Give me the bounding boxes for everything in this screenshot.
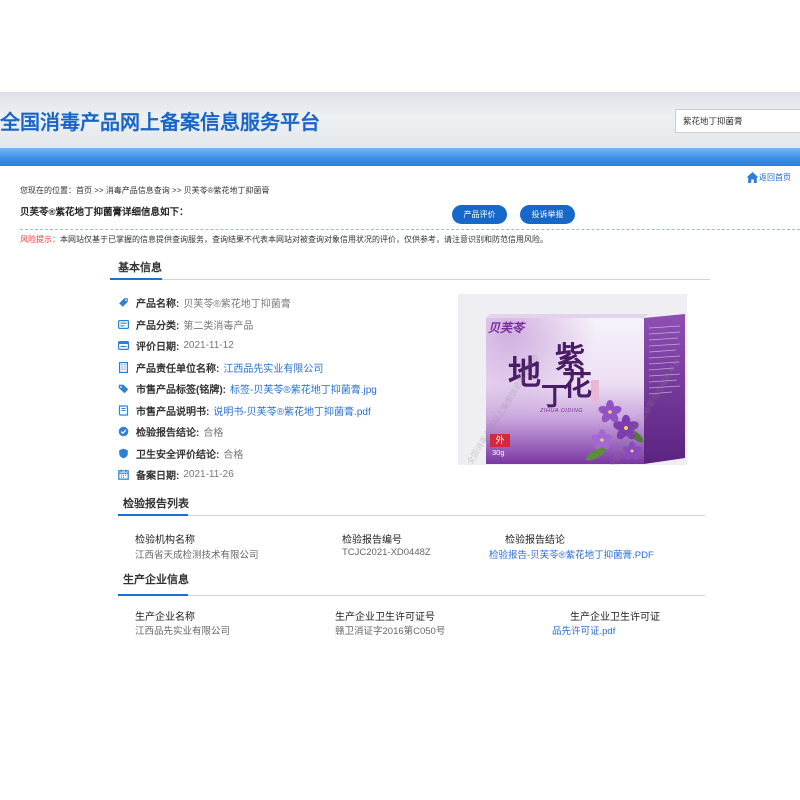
column-header: 检验报告结论 [505,535,565,546]
external-use-badge: 外 [490,434,510,447]
category-icon [118,319,129,330]
field-value: 第二类消毒产品 [183,320,254,332]
risk-notice: 风险提示：本网站仅基于已掌握的信息提供查询服务，查询结果不代表本网站对被查询对象… [20,234,548,245]
responsible-company-link[interactable]: 江西品先实业有限公司 [223,360,323,375]
field-value: 贝芙苓®紫花地丁抑菌膏 [183,299,291,311]
nav-bar [0,148,800,166]
section-divider [110,279,710,280]
product-label-file-link[interactable]: 标签-贝芙苓®紫花地丁抑菌膏.jpg [230,381,377,396]
risk-notice-label: 风险提示： [20,235,60,244]
divider [20,229,800,230]
return-home-label: 返回首页 [759,172,791,182]
field-product-name: 产品名称: 贝芙苓®紫花地丁抑菌膏 [118,292,453,314]
column-header: 生产企业卫生许可证号 [335,612,435,623]
inspection-icon [118,426,129,437]
product-brand-logo: 贝芙苓 [488,321,525,335]
section-divider [118,515,705,516]
label-icon [118,383,129,394]
tag-icon [118,297,129,308]
product-manual-file-link[interactable]: 说明书-贝芙苓®紫花地丁抑菌膏.pdf [213,403,370,418]
breadcrumb-current: 贝芙苓®紫花地丁抑菌膏 [183,186,270,195]
product-pinyin: ZIHUA DIDING [540,408,584,414]
net-weight: 30g [492,448,505,457]
breadcrumb-separator: >> [172,186,182,195]
risk-notice-text: 本网站仅基于已掌握的信息提供查询服务，查询结果不代表本网站对被查询对象信用状况的… [60,235,548,244]
section-divider [118,595,705,596]
field-value: 2021-11-26 [183,469,234,481]
home-icon [746,171,759,184]
field-label: 产品分类: [136,320,180,332]
breadcrumb-prefix: 您现在的位置： [20,186,76,195]
field-label: 产品名称: [136,299,180,311]
hygiene-license-number: 赣卫消证字2016第C050号 [335,626,446,637]
field-inspection-conclusion: 检验报告结论: 合格 [118,421,453,443]
field-product-category: 产品分类: 第二类消毒产品 [118,314,453,336]
field-label: 卫生安全评价结论: [136,449,220,461]
breadcrumb-home-link[interactable]: 首页 [76,186,92,195]
column-header: 生产企业卫生许可证 [570,612,660,623]
column-header: 生产企业名称 [135,612,195,623]
inspection-report-heading: 检验报告列表 [123,498,189,510]
breadcrumb-separator: >> [94,186,104,195]
shield-icon [118,448,129,459]
field-label: 市售产品说明书: [136,406,210,418]
section-heading-underline [118,514,188,516]
date-icon [118,340,129,351]
field-label: 产品责任单位名称: [136,363,220,375]
product-name-char: 丁 [541,381,568,411]
inspection-report-file-link[interactable]: 检验报告-贝芙苓®紫花地丁抑菌膏.PDF [489,547,654,561]
manufacturer-name: 江西品先实业有限公司 [135,626,231,637]
field-label: 备案日期: [136,471,180,483]
field-evaluation-date: 评价日期: 2021-11-12 [118,335,453,357]
field-label: 评价日期: [136,342,180,354]
hygiene-license-file-link[interactable]: 品先许可证.pdf [552,623,615,637]
field-safety-conclusion: 卫生安全评价结论: 合格 [118,443,453,465]
field-filing-date: 备案日期: 2021-11-26 [118,464,453,486]
field-value: 2021-11-12 [183,340,234,352]
product-image[interactable]: 贝芙苓 紫 花 地 丁 ZIHUA DIDING 外 30g 全国消毒产品网上备… [458,294,687,465]
calendar-icon [118,469,129,481]
site-title: 全国消毒产品网上备案信息服务平台 [0,112,320,134]
search-input[interactable] [675,109,800,133]
manufacturer-heading: 生产企业信息 [123,574,189,586]
return-home-link[interactable]: 返回首页 [746,170,791,184]
field-label: 检验报告结论: [136,428,200,440]
field-product-label: 市售产品标签(铭牌): 标签-贝芙苓®紫花地丁抑菌膏.jpg [118,378,453,400]
inspection-agency: 江西省天成检测技术有限公司 [135,550,259,561]
field-value: 合格 [223,449,244,461]
detail-title: 贝芙苓®紫花地丁抑菌膏详细信息如下： [20,207,189,218]
complaint-report-button[interactable]: 投诉举报 [520,205,575,224]
field-value: 合格 [203,428,224,440]
section-heading-underline [118,594,188,596]
column-header: 检验报告编号 [342,535,402,546]
inspection-report-number: TCJC2021-XD0448Z [342,547,431,558]
column-header: 检验机构名称 [135,535,195,546]
basic-info-fields: 产品名称: 贝芙苓®紫花地丁抑菌膏 产品分类: 第二类消毒产品 评价日期: 20… [118,292,453,486]
field-responsible-company: 产品责任单位名称: 江西品先实业有限公司 [118,357,453,379]
basic-info-heading: 基本信息 [118,262,162,274]
field-product-manual: 市售产品说明书: 说明书-贝芙苓®紫花地丁抑菌膏.pdf [118,400,453,422]
breadcrumb: 您现在的位置：首页 >> 消毒产品信息查询 >> 贝芙苓®紫花地丁抑菌膏 [20,185,270,196]
manual-icon [118,405,129,416]
breadcrumb-section-link[interactable]: 消毒产品信息查询 [106,186,170,195]
product-evaluate-button[interactable]: 产品评价 [452,205,507,224]
field-label: 市售产品标签(铭牌): [136,385,226,397]
section-heading-underline [110,278,162,280]
header-band: 全国消毒产品网上备案信息服务平台 [0,92,800,148]
building-icon [118,361,129,373]
